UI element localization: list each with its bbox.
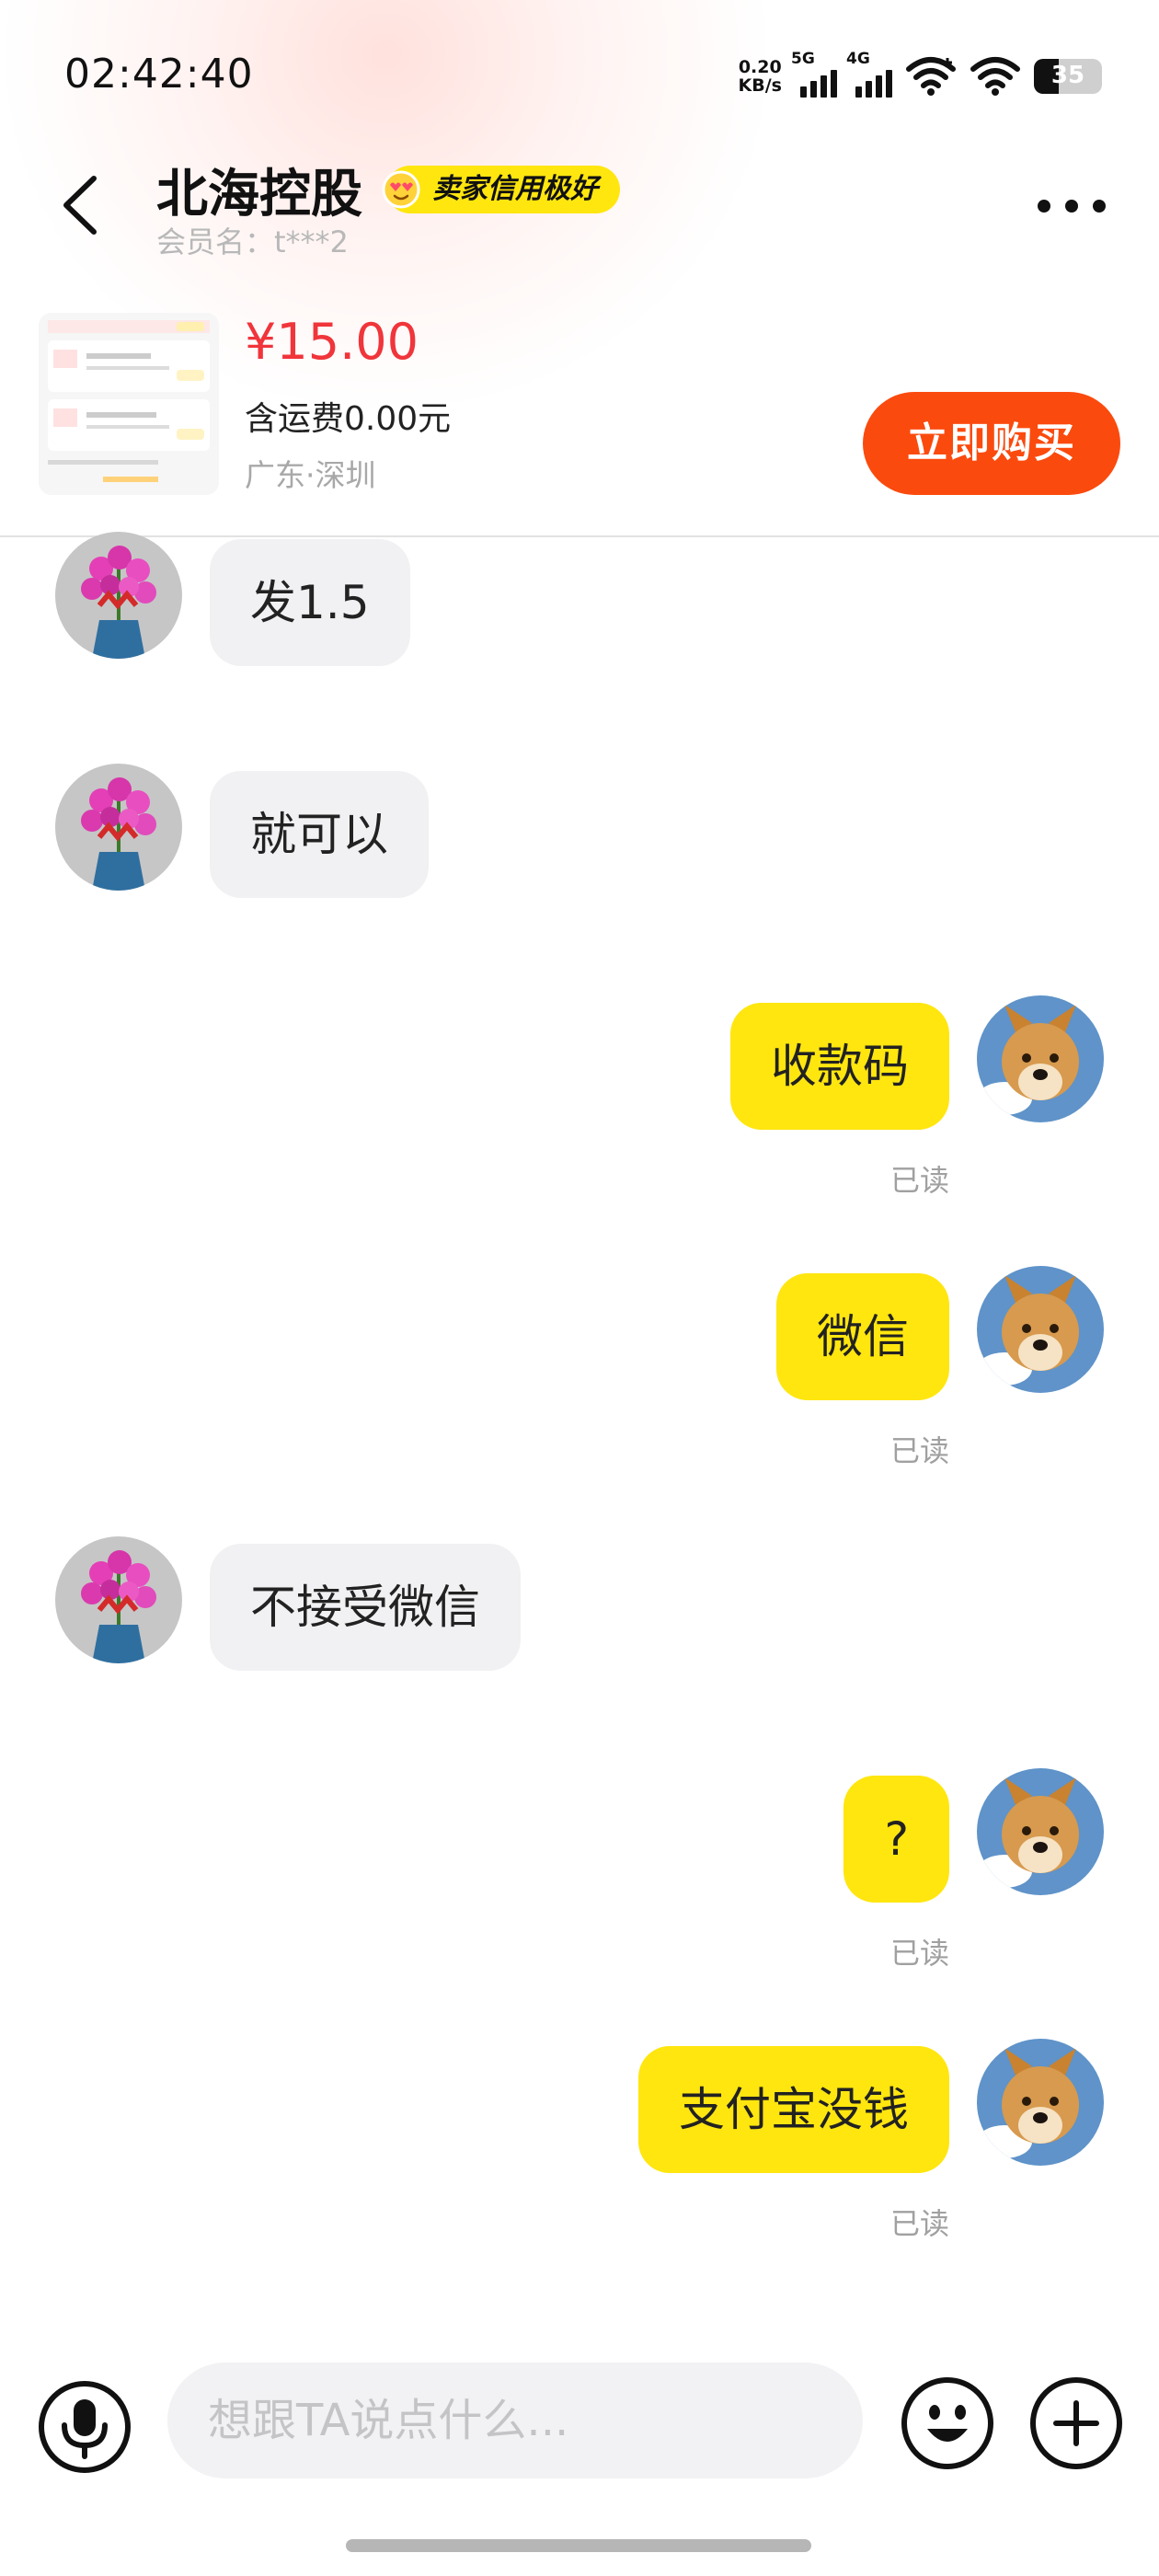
product-location: 广东·深圳 (245, 457, 376, 493)
chat-header: 北海控股 卖家信用极好 会员名：t***2 (0, 147, 1159, 276)
mic-icon[interactable] (37, 2379, 132, 2475)
credit-badge-label: 卖家信用极好 (432, 173, 598, 205)
user-avatar[interactable] (977, 995, 1104, 1122)
message-bubble[interactable]: 发1.5 (210, 539, 410, 666)
message-bubble[interactable]: ? (843, 1776, 949, 1903)
read-status: 已读 (889, 1936, 949, 1971)
seller-name[interactable]: 北海控股 (156, 153, 362, 227)
product-card[interactable]: ¥15.00 含运费0.00元 广东·深圳 立即购买 (0, 304, 1159, 534)
status-time: 02:42:40 (64, 51, 254, 98)
network-speed-value: 0.20 (738, 57, 782, 77)
wifi-plus-icon (906, 57, 956, 96)
message-bubble[interactable]: 微信 (776, 1273, 949, 1400)
seller-avatar[interactable] (55, 1536, 182, 1663)
message-input[interactable] (167, 2363, 863, 2478)
message-bubble[interactable]: 收款码 (730, 1003, 949, 1130)
back-arrow-icon[interactable] (53, 173, 109, 237)
wifi-icon (970, 57, 1020, 96)
signal-4g-icon: 4G (846, 50, 892, 98)
credit-badge[interactable]: 卖家信用极好 (382, 166, 620, 213)
message-bubble[interactable]: 不接受微信 (210, 1544, 521, 1671)
user-avatar[interactable] (977, 2039, 1104, 2166)
heart-eyes-face-icon (382, 170, 420, 209)
read-status: 已读 (889, 1433, 949, 1468)
seller-avatar[interactable] (55, 764, 182, 891)
signal-5g-icon: 5G (791, 50, 837, 98)
header-divider (0, 535, 1159, 537)
product-thumbnail[interactable] (39, 313, 219, 495)
read-status: 已读 (889, 2206, 949, 2241)
plus-icon[interactable] (1028, 2375, 1124, 2471)
battery-icon: 35 (1034, 59, 1102, 94)
signal-4g-label: 4G (846, 50, 870, 68)
status-bar: 02:42:40 0.20 KB/s 5G 4G 35 (0, 0, 1159, 156)
read-status: 已读 (889, 1163, 949, 1198)
input-bar (0, 2342, 1159, 2508)
more-icon[interactable] (1035, 195, 1108, 217)
buy-now-button[interactable]: 立即购买 (863, 392, 1120, 495)
home-indicator[interactable] (346, 2539, 811, 2552)
status-icons: 0.20 KB/s 5G 4G 35 (739, 50, 1102, 99)
chat-list[interactable]: 发1.5 就可以 收款码 已读 微信 已读 不接受微信 ? 已读 支付宝没钱 已… (0, 532, 1159, 2342)
member-name: 会员名：t***2 (156, 224, 349, 259)
network-speed: 0.20 KB/s (739, 58, 782, 95)
message-bubble[interactable]: 支付宝没钱 (638, 2046, 949, 2173)
product-price: ¥15.00 (245, 313, 419, 371)
product-thumbnail-image (39, 313, 219, 495)
shipping-info: 含运费0.00元 (245, 400, 452, 438)
signal-5g-label: 5G (791, 50, 815, 68)
seller-avatar[interactable] (55, 532, 182, 659)
network-speed-unit: KB/s (738, 75, 782, 96)
emoji-icon[interactable] (900, 2375, 995, 2471)
message-bubble[interactable]: 就可以 (210, 771, 429, 898)
battery-level: 35 (1050, 62, 1085, 89)
user-avatar[interactable] (977, 1266, 1104, 1393)
user-avatar[interactable] (977, 1768, 1104, 1895)
